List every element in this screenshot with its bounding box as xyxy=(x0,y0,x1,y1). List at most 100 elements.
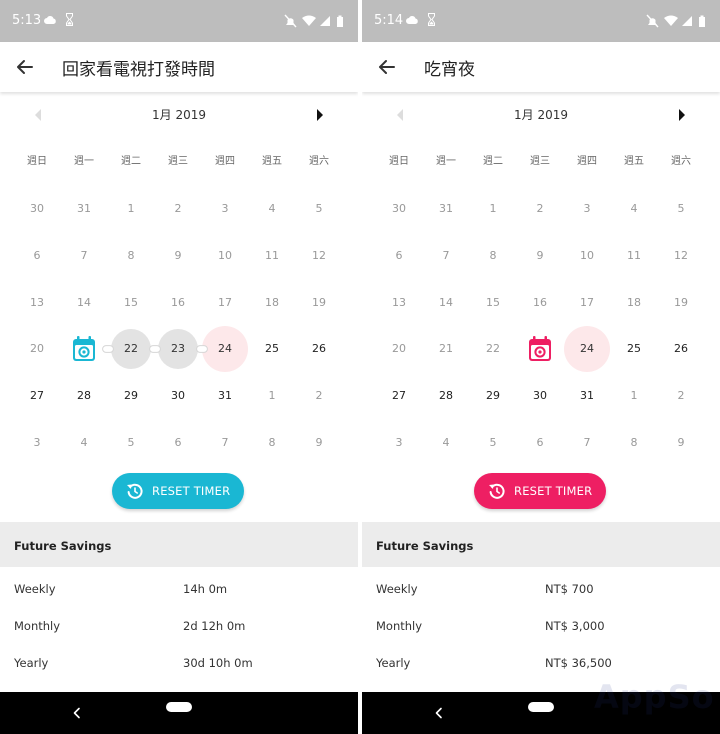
calendar-day[interactable]: 5 xyxy=(111,423,151,463)
calendar-day[interactable]: 4 xyxy=(614,189,654,229)
calendar-day[interactable]: 27 xyxy=(379,376,419,416)
calendar-day[interactable]: 31 xyxy=(567,376,607,416)
calendar-day[interactable]: 1 xyxy=(614,376,654,416)
calendar-day[interactable]: 9 xyxy=(299,423,339,463)
calendar-day[interactable]: 3 xyxy=(17,423,57,463)
caret-right-icon[interactable] xyxy=(312,107,328,123)
calendar-day[interactable]: 17 xyxy=(567,283,607,323)
calendar-day-streak[interactable]: 23 xyxy=(158,329,198,369)
calendar-day[interactable]: 3 xyxy=(567,189,607,229)
calendar-day-today[interactable]: 24 xyxy=(202,326,248,372)
caret-right-icon[interactable] xyxy=(674,107,690,123)
calendar-day[interactable]: 13 xyxy=(379,283,419,323)
calendar-day[interactable]: 26 xyxy=(299,329,339,369)
calendar-day[interactable]: 7 xyxy=(64,236,104,276)
calendar-day[interactable]: 30 xyxy=(520,376,560,416)
calendar-day[interactable]: 21 xyxy=(426,329,466,369)
nav-home-pill[interactable] xyxy=(166,702,192,712)
calendar-day[interactable]: 1 xyxy=(252,376,292,416)
calendar-day[interactable]: 4 xyxy=(252,189,292,229)
calendar-day[interactable]: 6 xyxy=(379,236,419,276)
calendar-day[interactable]: 29 xyxy=(473,376,513,416)
calendar-day[interactable]: 30 xyxy=(379,189,419,229)
calendar-day[interactable]: 27 xyxy=(17,376,57,416)
calendar-day[interactable]: 8 xyxy=(614,423,654,463)
calendar-day[interactable]: 19 xyxy=(661,283,701,323)
calendar-day[interactable]: 7 xyxy=(205,423,245,463)
calendar-day[interactable]: 4 xyxy=(426,423,466,463)
calendar-day[interactable]: 12 xyxy=(661,236,701,276)
calendar-day[interactable]: 4 xyxy=(64,423,104,463)
calendar-day[interactable]: 6 xyxy=(17,236,57,276)
arrow-left-icon[interactable] xyxy=(374,54,400,80)
nav-back-icon[interactable] xyxy=(434,707,444,719)
calendar-day[interactable]: 10 xyxy=(567,236,607,276)
calendar-day[interactable]: 8 xyxy=(111,236,151,276)
calendar-day[interactable]: 9 xyxy=(520,236,560,276)
calendar-day[interactable]: 12 xyxy=(299,236,339,276)
calendar-week: 27 28 29 30 31 1 2 xyxy=(362,373,720,419)
calendar-day[interactable]: 28 xyxy=(426,376,466,416)
calendar-day[interactable]: 29 xyxy=(111,376,151,416)
calendar-day[interactable]: 19 xyxy=(299,283,339,323)
calendar-day[interactable]: 2 xyxy=(299,376,339,416)
calendar-day[interactable]: 5 xyxy=(473,423,513,463)
reset-timer-button[interactable]: RESET TIMER xyxy=(474,473,606,509)
calendar-day[interactable]: 26 xyxy=(661,329,701,369)
calendar-day[interactable]: 31 xyxy=(205,376,245,416)
watermark-logo: AppSo xyxy=(594,678,715,716)
calendar-day[interactable]: 9 xyxy=(158,236,198,276)
calendar-day[interactable]: 16 xyxy=(520,283,560,323)
calendar-day[interactable]: 18 xyxy=(252,283,292,323)
status-time: 5:14 xyxy=(374,13,404,28)
calendar-day[interactable]: 20 xyxy=(379,329,419,369)
app-bar: 回家看電視打發時間 xyxy=(0,42,358,92)
calendar-day[interactable]: 6 xyxy=(158,423,198,463)
calendar-day[interactable]: 8 xyxy=(473,236,513,276)
calendar-day[interactable]: 28 xyxy=(64,376,104,416)
calendar-day[interactable]: 1 xyxy=(111,189,151,229)
calendar-day[interactable]: 5 xyxy=(661,189,701,229)
calendar-day[interactable]: 1 xyxy=(473,189,513,229)
nav-back-icon[interactable] xyxy=(72,707,82,719)
calendar-day[interactable]: 11 xyxy=(614,236,654,276)
calendar-day[interactable]: 2 xyxy=(520,189,560,229)
calendar-day[interactable]: 3 xyxy=(379,423,419,463)
reset-timer-button[interactable]: RESET TIMER xyxy=(112,473,244,509)
calendar-day[interactable]: 14 xyxy=(64,283,104,323)
calendar-day[interactable]: 8 xyxy=(252,423,292,463)
calendar-day[interactable]: 16 xyxy=(158,283,198,323)
calendar-day[interactable]: 25 xyxy=(614,329,654,369)
nav-home-pill[interactable] xyxy=(528,702,554,712)
calendar-start-icon[interactable] xyxy=(72,336,96,362)
calendar-day[interactable]: 17 xyxy=(205,283,245,323)
calendar-day-today[interactable]: 24 xyxy=(564,326,610,372)
calendar-day[interactable]: 2 xyxy=(661,376,701,416)
calendar-day[interactable]: 10 xyxy=(205,236,245,276)
calendar-day[interactable]: 30 xyxy=(17,189,57,229)
calendar-start-icon[interactable] xyxy=(528,336,552,362)
calendar-day[interactable]: 25 xyxy=(252,329,292,369)
calendar-day[interactable]: 14 xyxy=(426,283,466,323)
calendar-day[interactable]: 15 xyxy=(473,283,513,323)
calendar-day[interactable]: 13 xyxy=(17,283,57,323)
calendar-day[interactable]: 15 xyxy=(111,283,151,323)
calendar-day[interactable]: 18 xyxy=(614,283,654,323)
calendar-day[interactable]: 31 xyxy=(64,189,104,229)
arrow-left-icon[interactable] xyxy=(12,54,38,80)
calendar-day[interactable]: 30 xyxy=(158,376,198,416)
calendar-day-streak[interactable]: 22 xyxy=(111,329,151,369)
calendar-day[interactable]: 9 xyxy=(661,423,701,463)
cloud-icon xyxy=(406,16,418,24)
calendar-day[interactable]: 22 xyxy=(473,329,513,369)
calendar-day[interactable]: 31 xyxy=(426,189,466,229)
calendar-day[interactable]: 2 xyxy=(158,189,198,229)
calendar-day[interactable]: 11 xyxy=(252,236,292,276)
calendar-day[interactable]: 7 xyxy=(567,423,607,463)
calendar-day[interactable]: 20 xyxy=(17,329,57,369)
calendar-week: 27 28 29 30 31 1 2 xyxy=(0,373,358,419)
calendar-day[interactable]: 5 xyxy=(299,189,339,229)
calendar-day[interactable]: 7 xyxy=(426,236,466,276)
calendar-day[interactable]: 6 xyxy=(520,423,560,463)
calendar-day[interactable]: 3 xyxy=(205,189,245,229)
